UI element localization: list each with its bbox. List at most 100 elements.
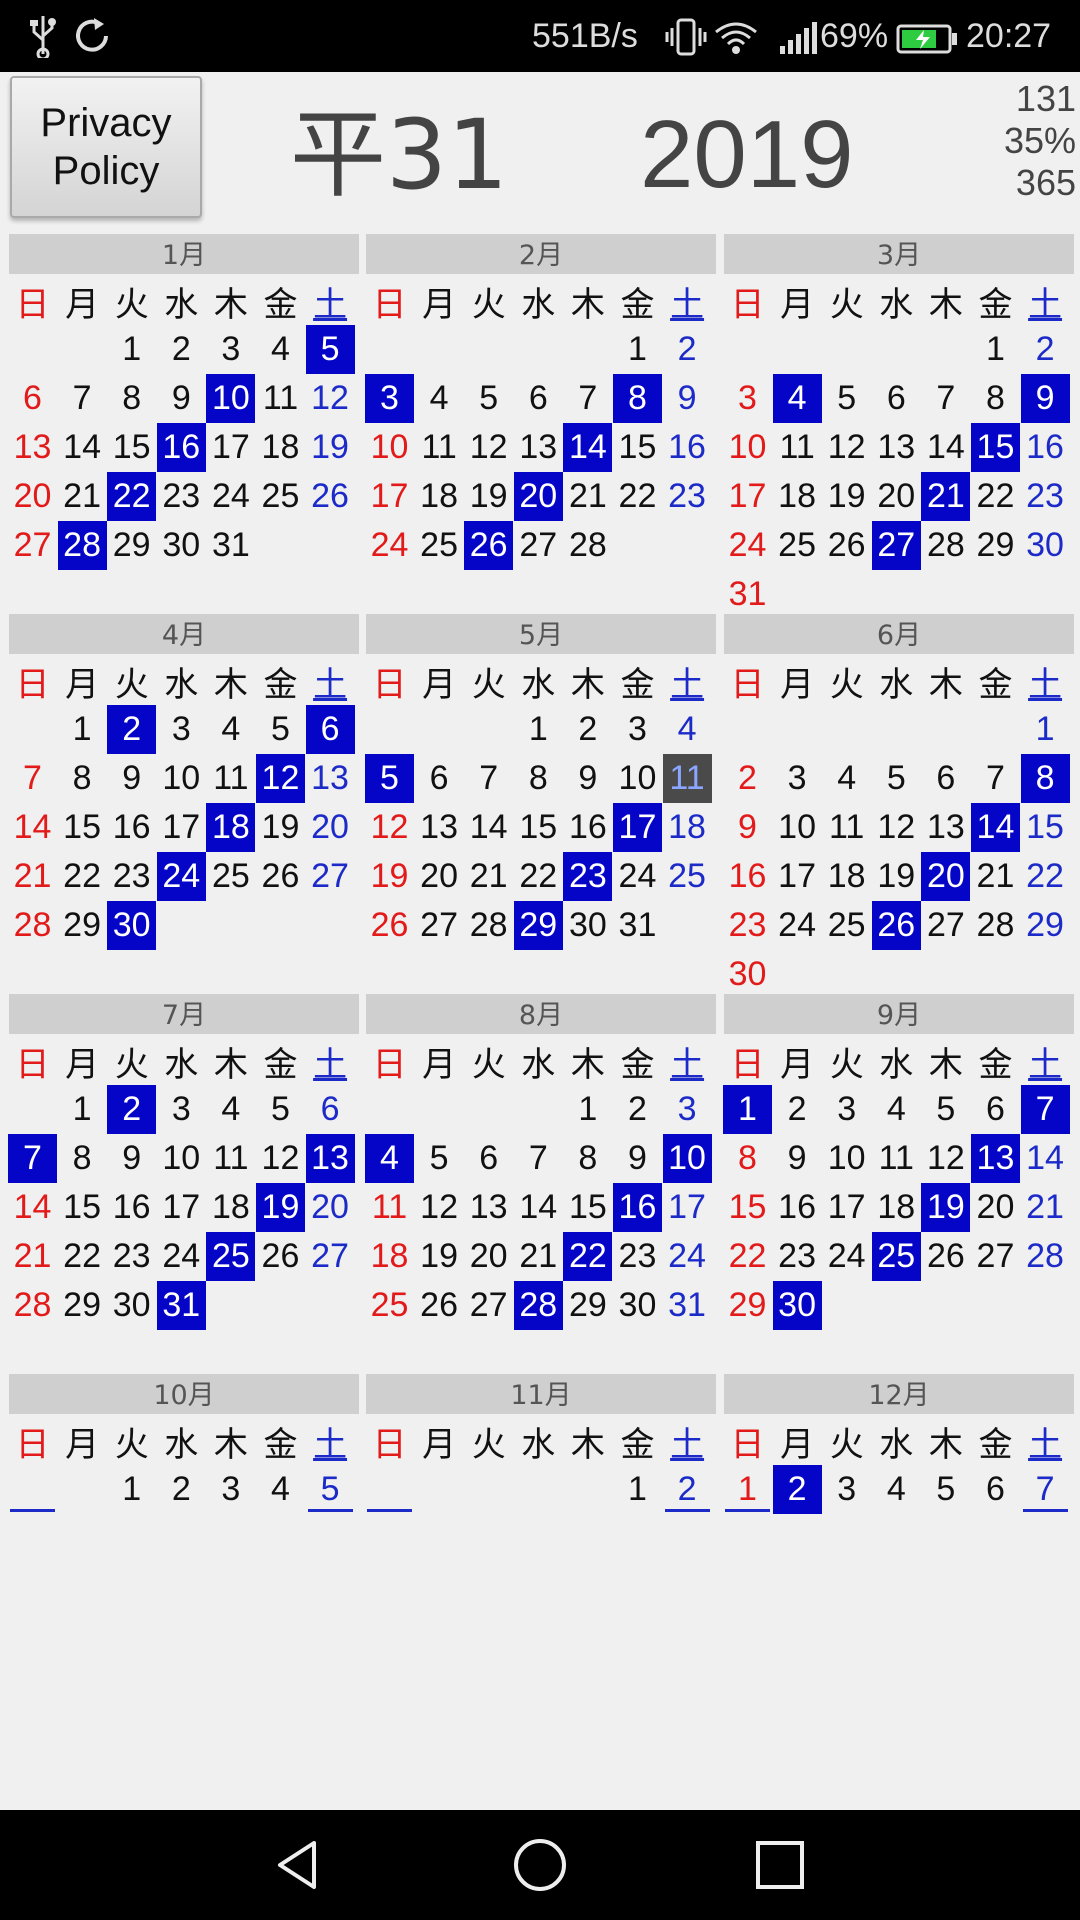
day-cell[interactable]: 1 [563, 1085, 612, 1134]
day-cell[interactable]: 5 [921, 1085, 970, 1134]
day-cell[interactable]: 4 [872, 1465, 921, 1514]
day-cell[interactable]: 5 [256, 1085, 305, 1134]
day-cell[interactable]: 3 [206, 1465, 255, 1514]
today-cell[interactable]: 11 [662, 754, 712, 803]
day-cell[interactable]: 9 [157, 374, 206, 423]
day-cell[interactable]: 23 [663, 472, 712, 521]
day-cell[interactable]: 19 [256, 803, 305, 852]
day-cell[interactable]: 8 [1020, 754, 1070, 803]
day-cell[interactable]: 8 [514, 754, 563, 803]
day-cell[interactable]: 16 [773, 1183, 822, 1232]
day-cell[interactable]: 21 [8, 1232, 57, 1281]
day-cell[interactable]: 13 [306, 754, 355, 803]
day-cell[interactable]: 15 [613, 423, 662, 472]
day-cell[interactable]: 7 [563, 374, 612, 423]
day-cell[interactable]: 25 [365, 1281, 414, 1330]
day-cell[interactable]: 5 [415, 1134, 464, 1183]
day-cell[interactable]: 25 [256, 472, 305, 521]
day-cell[interactable]: 18 [773, 472, 822, 521]
day-cell[interactable]: 29 [971, 521, 1020, 570]
day-cell[interactable]: 27 [415, 901, 464, 950]
day-cell[interactable]: 7 [8, 754, 57, 803]
day-cell[interactable]: 15 [514, 803, 563, 852]
day-cell[interactable]: 19 [306, 423, 355, 472]
day-cell[interactable]: 5 [872, 754, 921, 803]
day-cell[interactable]: 21 [8, 852, 57, 901]
day-cell[interactable]: 11 [206, 1134, 255, 1183]
day-cell[interactable]: 19 [365, 852, 414, 901]
day-cell[interactable]: 20 [513, 472, 563, 521]
day-cell[interactable]: 29 [563, 1281, 612, 1330]
day-cell[interactable]: 14 [970, 803, 1020, 852]
day-cell[interactable]: 6 [514, 374, 563, 423]
day-cell[interactable]: 20 [971, 1183, 1020, 1232]
day-cell[interactable]: 13 [464, 1183, 513, 1232]
day-cell[interactable]: 29 [107, 521, 156, 570]
day-cell[interactable]: 14 [1021, 1134, 1070, 1183]
day-cell[interactable]: 25 [663, 852, 712, 901]
day-cell[interactable]: 17 [157, 1183, 206, 1232]
day-cell[interactable]: 30 [613, 1281, 662, 1330]
day-cell[interactable]: 23 [1021, 472, 1070, 521]
day-cell[interactable]: 29 [723, 1281, 772, 1330]
day-cell[interactable]: 17 [773, 852, 822, 901]
day-cell[interactable]: 2 [772, 1465, 822, 1514]
day-cell[interactable]: 4 [663, 705, 712, 754]
day-cell[interactable]: 1 [58, 705, 107, 754]
day-cell[interactable]: 31 [663, 1281, 712, 1330]
day-cell[interactable]: 26 [306, 472, 355, 521]
day-cell[interactable]: 17 [663, 1183, 712, 1232]
day-cell[interactable]: 21 [58, 472, 107, 521]
day-cell[interactable]: 12 [365, 803, 414, 852]
day-cell[interactable]: 9 [563, 754, 612, 803]
day-cell[interactable]: 24 [206, 472, 255, 521]
day-cell[interactable]: 18 [822, 852, 871, 901]
day-cell[interactable]: 21 [971, 852, 1020, 901]
day-cell[interactable]: 6 [971, 1085, 1020, 1134]
day-cell[interactable]: 3 [157, 1085, 206, 1134]
day-cell[interactable]: 16 [563, 803, 612, 852]
day-cell[interactable]: 21 [921, 472, 971, 521]
day-cell[interactable]: 2 [663, 325, 712, 374]
day-cell[interactable]: 3 [157, 705, 206, 754]
day-cell[interactable]: 19 [464, 472, 513, 521]
day-cell[interactable]: 28 [57, 521, 107, 570]
day-cell[interactable]: 6 [971, 1465, 1020, 1514]
day-cell[interactable]: 9 [107, 1134, 156, 1183]
day-cell[interactable]: 14 [464, 803, 513, 852]
day-cell[interactable]: 9 [663, 374, 712, 423]
day-cell[interactable]: 2 [107, 705, 157, 754]
day-cell[interactable]: 1 [107, 1465, 156, 1514]
day-cell[interactable]: 6 [921, 754, 970, 803]
day-cell[interactable]: 17 [157, 803, 206, 852]
day-cell[interactable]: 10 [773, 803, 822, 852]
day-cell[interactable]: 12 [415, 1183, 464, 1232]
day-cell[interactable]: 23 [613, 1232, 662, 1281]
day-cell[interactable]: 18 [206, 803, 256, 852]
day-cell[interactable]: 10 [157, 1134, 206, 1183]
day-cell[interactable]: 9 [107, 754, 156, 803]
day-cell[interactable]: 12 [872, 803, 921, 852]
day-cell[interactable]: 7 [514, 1134, 563, 1183]
day-cell[interactable]: 6 [305, 705, 355, 754]
day-cell[interactable]: 4 [206, 1085, 255, 1134]
day-cell[interactable]: 22 [514, 852, 563, 901]
day-cell[interactable]: 28 [921, 521, 970, 570]
day-cell[interactable]: 6 [306, 1085, 355, 1134]
day-cell[interactable]: 7 [1021, 1465, 1070, 1514]
day-cell[interactable]: 3 [822, 1465, 871, 1514]
day-cell[interactable]: 2 [723, 754, 772, 803]
day-cell[interactable]: 15 [563, 1183, 612, 1232]
day-cell[interactable]: 15 [107, 423, 156, 472]
day-cell[interactable]: 14 [921, 423, 970, 472]
day-cell[interactable]: 10 [157, 754, 206, 803]
day-cell[interactable]: 27 [464, 1281, 513, 1330]
day-cell[interactable]: 14 [58, 423, 107, 472]
day-cell[interactable]: 5 [365, 754, 414, 803]
day-cell[interactable]: 24 [723, 521, 772, 570]
day-cell[interactable]: 2 [613, 1085, 662, 1134]
day-cell[interactable]: 7 [8, 1134, 57, 1183]
day-cell[interactable]: 9 [1020, 374, 1070, 423]
day-cell[interactable]: 16 [723, 852, 772, 901]
day-cell[interactable]: 24 [773, 901, 822, 950]
